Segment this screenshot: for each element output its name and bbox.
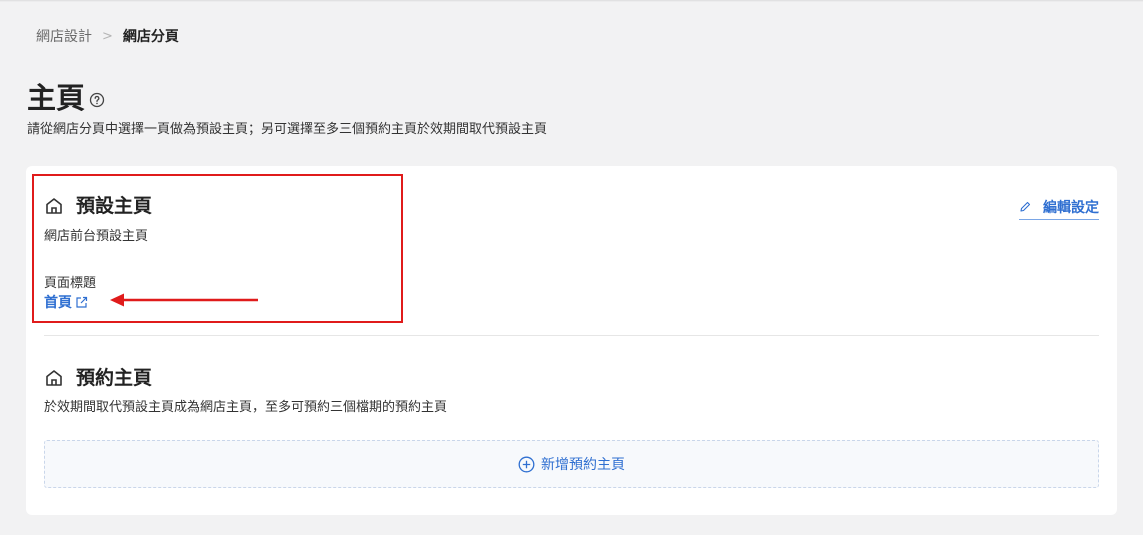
top-shadow: [0, 0, 1143, 2]
edit-settings-label: 編輯設定: [1043, 200, 1099, 216]
breadcrumb: 網店設計 > 網店分頁: [36, 28, 179, 46]
external-link-icon: [76, 296, 88, 308]
page-title-text: 主頁: [27, 81, 86, 115]
page-title: 主頁: [27, 80, 105, 116]
scheduled-home-header: 預約主頁: [44, 366, 152, 390]
breadcrumb-current: 網店分頁: [122, 29, 179, 45]
default-home-description: 網店前台預設主頁: [44, 229, 149, 244]
home-page-link-text: 首頁: [44, 295, 72, 311]
home-page-link[interactable]: 首頁: [44, 292, 88, 312]
default-home-header: 預設主頁: [44, 194, 152, 218]
add-scheduled-home-label: 新增預約主頁: [541, 457, 625, 473]
scheduled-home-description: 於效期間取代預設主頁成為網店主頁，至多可預約三個檔期的預約主頁: [44, 400, 448, 415]
pencil-icon: [1020, 201, 1031, 212]
default-home-title: 預設主頁: [76, 195, 153, 217]
home-icon: [46, 198, 62, 214]
add-scheduled-home-button[interactable]: 新增預約主頁: [44, 440, 1099, 488]
breadcrumb-parent[interactable]: 網店設計: [36, 28, 92, 46]
edit-settings-button[interactable]: 編輯設定: [1019, 197, 1099, 220]
section-divider: [44, 335, 1099, 336]
plus-circle-icon: [518, 456, 535, 472]
homepage-card: 預設主頁 網店前台預設主頁 編輯設定 頁面標題 首頁 預約主頁 於效期間取代預設…: [26, 166, 1117, 515]
breadcrumb-separator: >: [102, 29, 113, 44]
page-description: 請從網店分頁中選擇一頁做為預設主頁；另可選擇至多三個預約主頁於效期間取代預設主頁: [27, 122, 548, 137]
scheduled-home-title: 預約主頁: [76, 367, 153, 389]
annotation-arrow: [110, 293, 258, 307]
help-icon[interactable]: [89, 92, 105, 108]
home-icon: [46, 370, 62, 386]
page-title-field-label: 頁面標題: [44, 276, 97, 291]
